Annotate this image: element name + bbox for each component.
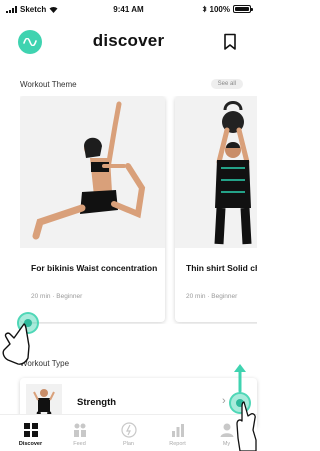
kettlebell-illustration — [175, 96, 257, 248]
tab-label: Report — [169, 441, 186, 447]
wifi-icon — [49, 6, 58, 13]
report-icon — [171, 424, 184, 437]
arrow-up-icon — [234, 364, 246, 393]
tab-label: My — [222, 441, 231, 447]
workout-card-title: For bikinis Waist concentration — [31, 263, 158, 273]
carrier-label: Sketch — [20, 4, 47, 14]
tab-bar: Discover Feed Plan Report My — [0, 414, 257, 451]
workout-theme-carousel[interactable]: For bikinis Waist concentration 20 min ·… — [20, 96, 257, 324]
tab-report[interactable]: Report — [158, 415, 198, 451]
tab-label: Discover — [18, 441, 43, 447]
chevron-right-icon: › — [222, 395, 226, 407]
workout-card-image — [175, 96, 257, 248]
workout-type-label: Strength — [77, 397, 117, 408]
workout-theme-header: Workout Theme See all — [20, 79, 243, 89]
status-time: 9:41 AM — [113, 4, 144, 14]
workout-type-header: Workout Type — [20, 359, 243, 368]
hand-cursor-icon — [2, 323, 30, 365]
workout-card-meta: 20 min · Beginner — [31, 293, 83, 300]
battery-icon — [233, 5, 253, 13]
tab-plan[interactable]: Plan — [109, 415, 149, 451]
bookmark-icon[interactable] — [223, 33, 237, 51]
workout-card[interactable]: For bikinis Waist concentration 20 min ·… — [20, 96, 165, 322]
page-title: discover — [92, 31, 165, 50]
feed-icon — [73, 423, 86, 437]
tab-discover[interactable]: Discover — [11, 415, 51, 451]
plan-icon — [120, 422, 137, 438]
yoga-pose-illustration — [20, 96, 165, 248]
hand-cursor-icon — [236, 401, 257, 451]
grid-icon — [23, 423, 38, 437]
see-all-button[interactable]: See all — [210, 79, 243, 89]
tab-feed[interactable]: Feed — [60, 415, 100, 451]
signal-icon — [6, 5, 17, 13]
status-bar: Sketch 9:41 AM 100% — [0, 0, 257, 18]
workout-card-title: Thin shirt Solid chest for — [186, 263, 257, 273]
workout-card-meta: 20 min · Beginner — [186, 293, 238, 300]
battery-percent: 100% — [209, 4, 230, 14]
workout-card[interactable]: Thin shirt Solid chest for 20 min · Begi… — [175, 96, 257, 322]
tab-label: Plan — [122, 441, 134, 447]
tab-label: Feed — [73, 441, 86, 447]
section-title-workout-theme: Workout Theme — [20, 79, 77, 89]
header: discover — [0, 26, 257, 58]
workout-card-image — [20, 96, 165, 248]
bluetooth-icon — [202, 5, 207, 13]
person-icon — [220, 423, 233, 437]
